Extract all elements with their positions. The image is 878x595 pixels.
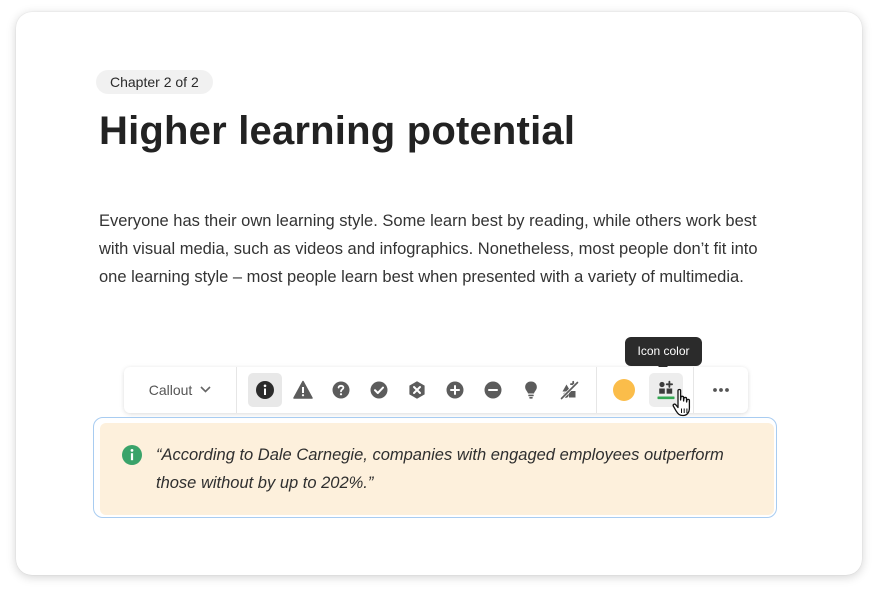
no-icon [560, 380, 579, 400]
info-icon[interactable] [121, 444, 143, 466]
check-icon [370, 381, 388, 399]
close-circle-icon-button[interactable] [400, 373, 434, 407]
icon-color-tooltip: Icon color [625, 337, 702, 371]
more-horizontal-icon [713, 388, 729, 392]
no-icon-button[interactable] [552, 373, 586, 407]
lightbulb-icon-button[interactable] [514, 373, 548, 407]
callout-icon-picker [237, 367, 596, 413]
warning-icon-button[interactable] [286, 373, 320, 407]
block-type-dropdown[interactable]: Callout [124, 367, 236, 413]
body-paragraph[interactable]: Everyone has their own learning style. S… [99, 207, 789, 291]
callout-block[interactable]: “According to Dale Carnegie, companies w… [100, 423, 774, 515]
lightbulb-icon [525, 381, 537, 399]
close-circle-icon [409, 381, 425, 399]
chevron-down-icon [200, 384, 211, 396]
question-icon-button[interactable] [324, 373, 358, 407]
callout-toolbar: Callout [124, 367, 748, 413]
warning-icon [293, 380, 313, 399]
plus-circle-icon [446, 381, 464, 399]
hand-pointer-cursor-icon [672, 388, 691, 417]
chapter-badge: Chapter 2 of 2 [96, 70, 213, 94]
background-color-swatch[interactable] [613, 379, 635, 401]
callout-text[interactable]: “According to Dale Carnegie, companies w… [156, 441, 756, 497]
plus-circle-icon-button[interactable] [438, 373, 472, 407]
more-options-button[interactable] [694, 367, 748, 413]
block-type-label: Callout [148, 382, 193, 398]
page-title[interactable]: Higher learning potential [99, 109, 575, 154]
check-icon-button[interactable] [362, 373, 396, 407]
minus-circle-icon [484, 381, 502, 399]
info-icon-button[interactable] [248, 373, 282, 407]
question-icon [332, 381, 350, 399]
minus-circle-icon-button[interactable] [476, 373, 510, 407]
info-icon [256, 381, 274, 399]
